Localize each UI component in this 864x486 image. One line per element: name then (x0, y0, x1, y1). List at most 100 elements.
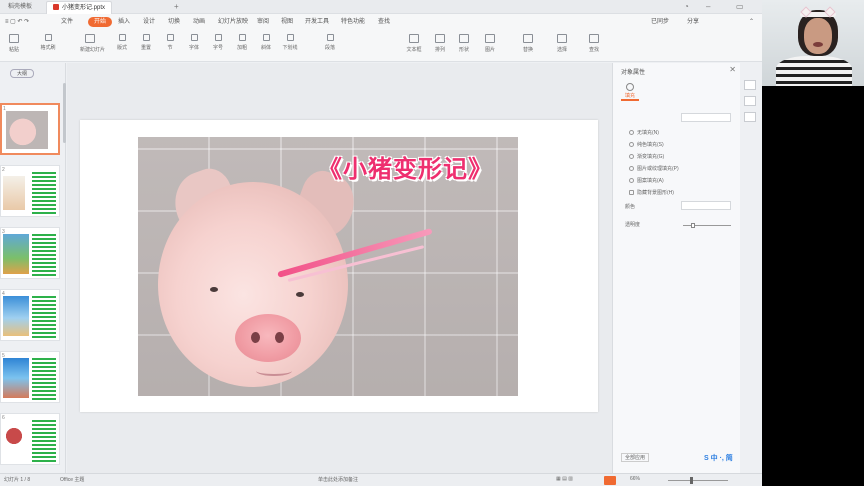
section-icon (166, 34, 174, 41)
apply-all-button[interactable]: 全部应用 (621, 453, 650, 462)
underline-button[interactable]: 下划线 (280, 34, 300, 58)
paste-button[interactable]: 粘贴 (4, 34, 24, 58)
menu-animation[interactable]: 动画 (190, 17, 208, 27)
paragraph-button[interactable]: 段落 (320, 34, 340, 58)
slide-thumb-2[interactable]: 2 (0, 165, 60, 217)
thumbnail-text-block (32, 294, 56, 338)
thumbnail-image (3, 176, 25, 210)
option-pattern-fill[interactable]: 图案填充(A) (629, 177, 664, 184)
arrange-icon (435, 34, 445, 43)
section-button[interactable]: 节 (160, 34, 180, 58)
option-solid-fill[interactable]: 纯色填充(S) (629, 141, 664, 148)
font-size-button[interactable]: 字号 (208, 34, 228, 58)
slide-thumb-6[interactable]: 6 (0, 413, 60, 465)
slide-thumb-4[interactable]: 4 (0, 289, 60, 341)
option-gradient-fill[interactable]: 渐变填充(G) (629, 153, 664, 160)
share-button[interactable]: 分享 (684, 17, 702, 27)
menu-search[interactable]: 查找 (375, 17, 393, 27)
menu-review[interactable]: 审阅 (254, 17, 272, 27)
paragraph-icon (326, 34, 334, 41)
menu-slideshow[interactable]: 幻灯片放映 (215, 17, 251, 27)
new-tab-button[interactable]: + (174, 2, 179, 11)
tab-fill[interactable]: 填充 (621, 81, 639, 101)
arrange-button[interactable]: 排列 (430, 34, 450, 58)
underline-icon (286, 34, 294, 41)
layout-button[interactable]: 版式 (112, 34, 132, 58)
radio-icon (629, 166, 634, 171)
notes-prompt[interactable]: 单击此处添加备注 (318, 476, 358, 483)
menu-transition[interactable]: 切换 (165, 17, 183, 27)
side-tool-settings[interactable] (744, 112, 756, 122)
zoom-slider[interactable] (668, 477, 728, 484)
menu-icon[interactable]: ≡ ▢ ↶ ↷ (2, 17, 32, 27)
thumbnails-scrollbar[interactable] (63, 83, 66, 143)
slide-thumb-5[interactable]: 5 (0, 351, 60, 403)
find-button[interactable]: 查找 (584, 34, 604, 58)
pig-eye-right (296, 292, 304, 297)
side-tool-navigate[interactable] (744, 96, 756, 106)
transparency-label: 透明度 (625, 222, 641, 228)
slider-knob[interactable] (691, 223, 695, 228)
option-no-fill[interactable]: 无填充(N) (629, 129, 659, 136)
pig-thumbnail-image (6, 111, 48, 149)
transparency-slider[interactable] (683, 223, 731, 228)
thumbnail-image (3, 420, 25, 460)
side-tool-properties[interactable] (744, 80, 756, 90)
menu-home[interactable]: 开始 (88, 17, 113, 27)
checkbox-icon (629, 190, 634, 195)
shape-button[interactable]: 形状 (454, 34, 474, 58)
menu-design[interactable]: 设计 (140, 17, 158, 27)
view-normal-icon[interactable]: ▦ ▤ ▥ (556, 476, 573, 482)
slideshow-play-button[interactable] (604, 476, 616, 485)
radio-icon (629, 178, 634, 183)
thumbnail-image (3, 296, 29, 336)
option-hide-background[interactable]: 隐藏背景图形(H) (629, 189, 674, 196)
new-slide-button[interactable]: 新建幻灯片 (80, 34, 105, 58)
sync-status[interactable]: 已同步 (648, 17, 672, 27)
font-button[interactable]: 字体 (184, 34, 204, 58)
picture-button[interactable]: 图片 (480, 34, 500, 58)
close-panel-icon[interactable]: ✕ (729, 65, 736, 74)
tab-templates[interactable]: 稻壳模板 (2, 1, 38, 14)
italic-button[interactable]: 斜体 (256, 34, 276, 58)
presenter-mouth (813, 42, 823, 47)
radio-icon (629, 142, 634, 147)
pig-face (158, 182, 348, 387)
maximize-icon[interactable]: ▭ (736, 2, 744, 11)
font-icon (190, 34, 198, 41)
slide-thumb-3[interactable]: 3 (0, 227, 60, 279)
pig-photo[interactable]: 《小猪变形记》 (138, 137, 518, 396)
current-slide[interactable]: 《小猪变形记》 (80, 120, 598, 412)
new-slide-icon (85, 34, 95, 43)
slide-editor-canvas[interactable]: 《小猪变形记》 (67, 63, 612, 473)
slide-thumbnails-pane: 大纲 1 2 3 4 5 6 (0, 63, 66, 473)
thumbnail-text-block (32, 170, 56, 214)
menu-view[interactable]: 视图 (278, 17, 296, 27)
slide-title[interactable]: 《小猪变形记》 (318, 149, 493, 184)
menu-insert[interactable]: 插入 (115, 17, 133, 27)
tab-document[interactable]: 小猪变形记.pptx (46, 1, 113, 14)
user-avatar-icon[interactable]: ◔ (684, 2, 689, 11)
outline-toggle[interactable]: 大纲 (10, 69, 34, 78)
option-picture-fill[interactable]: 图片或纹理填充(P) (629, 165, 679, 172)
color-picker[interactable] (681, 201, 731, 210)
zoom-slider-knob[interactable] (690, 477, 693, 484)
menu-features[interactable]: 特色功能 (338, 17, 368, 27)
object-properties-panel: 对象属性 ✕ 填充 无填充(N) 纯色填充(S) 渐变填充(G) 图片或纹理填充… (612, 63, 740, 473)
find-icon (589, 34, 599, 43)
panel-select[interactable] (681, 113, 731, 122)
menu-developer[interactable]: 开发工具 (302, 17, 332, 27)
collapse-ribbon-icon[interactable]: ⌃ (746, 17, 757, 27)
textbox-button[interactable]: 文本框 (404, 34, 424, 58)
slide-thumb-1[interactable]: 1 (0, 103, 60, 155)
tab-fill-label: 填充 (624, 93, 635, 99)
format-painter-button[interactable]: 格式刷 (38, 34, 58, 58)
slide-counter: 幻灯片 1 / 8 (4, 477, 31, 483)
bold-button[interactable]: 加粗 (232, 34, 252, 58)
zoom-level[interactable]: 66% (630, 476, 640, 482)
replace-button[interactable]: 替换 (518, 34, 538, 58)
reset-button[interactable]: 重置 (136, 34, 156, 58)
menu-file[interactable]: 文件 (58, 17, 76, 27)
select-button[interactable]: 选择 (552, 34, 572, 58)
minimize-icon[interactable]: – (706, 2, 710, 11)
